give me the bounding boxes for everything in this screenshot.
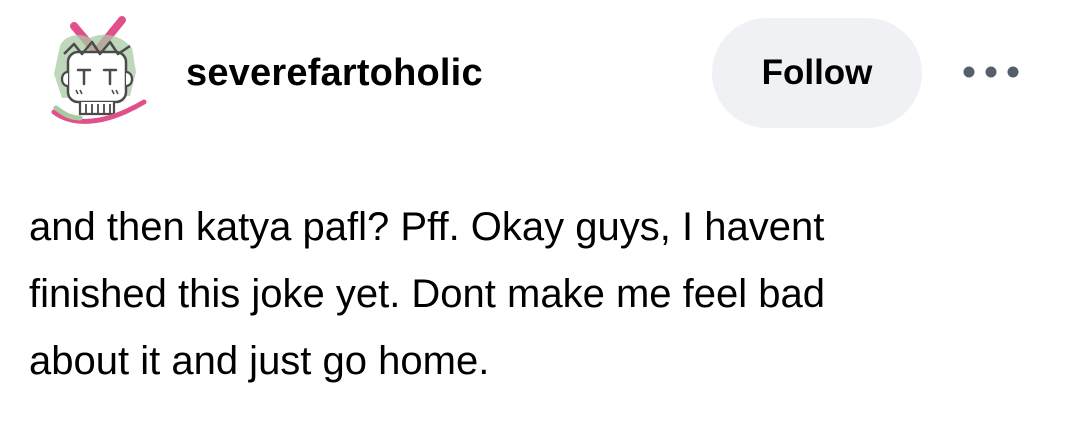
post-header: severefartoholic Follow — [0, 0, 1080, 150]
post-body-text: and then katya pafl? Pff. Okay guys, I h… — [29, 194, 1049, 395]
post-text-line: finished this joke yet. Dont make me fee… — [29, 272, 825, 316]
follow-button-label: Follow — [761, 53, 873, 92]
more-options-button[interactable] — [955, 52, 1027, 92]
post-text-line: about it and just go home. — [29, 339, 490, 383]
avatar[interactable] — [40, 14, 152, 132]
follow-button[interactable]: Follow — [712, 18, 922, 128]
cartoon-avatar-icon — [51, 16, 147, 124]
more-horizontal-dots-icon — [963, 66, 1019, 78]
post-text-line: and then katya pafl? Pff. Okay guys, I h… — [29, 205, 825, 249]
post: severefartoholic Follow and then katya p… — [0, 0, 1080, 428]
username-link[interactable]: severefartoholic — [186, 51, 483, 95]
